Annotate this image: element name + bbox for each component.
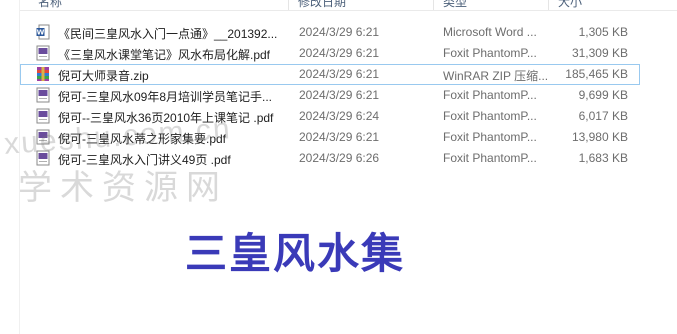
- file-row-selected[interactable]: 倪可大师录音.zip 2024/3/29 6:21 WinRAR ZIP 压缩.…: [20, 64, 640, 85]
- file-name: 倪可--三皇风水36页2010年上课笔记 .pdf: [58, 111, 274, 125]
- file-type: WinRAR ZIP 压缩...: [443, 69, 549, 83]
- file-row[interactable]: 倪可-三皇风水入门讲义49页 .pdf 2024/3/29 6:26 Foxit…: [20, 148, 640, 169]
- file-name: 倪可-三皇风水入门讲义49页 .pdf: [58, 153, 231, 167]
- file-name: 《民间三皇风水入门一点通》__201392...: [58, 27, 278, 41]
- overlay-title: 三皇风水集: [185, 230, 406, 277]
- column-header-name[interactable]: 名称: [32, 0, 62, 9]
- file-size: 31,309 KB: [571, 46, 628, 60]
- column-header-size[interactable]: 大小: [552, 0, 582, 9]
- file-type: Foxit PhantomP...: [443, 88, 537, 102]
- file-date: 2024/3/29 6:21: [299, 130, 380, 144]
- svg-text:W: W: [37, 29, 45, 37]
- file-name: 倪可-三皇风水09年8月培训学员笔记手...: [58, 90, 273, 104]
- file-explorer-window: 名称 修改日期 类型 大小 W 《民间三皇风水入门一点通》__201392...…: [0, 0, 677, 334]
- zip-archive-icon: [36, 66, 50, 82]
- file-type: Foxit PhantomP...: [443, 109, 537, 123]
- file-date: 2024/3/29 6:26: [299, 151, 380, 165]
- column-divider[interactable]: [548, 0, 549, 10]
- pdf-file-icon: [36, 150, 50, 166]
- file-name: 倪可大师录音.zip: [58, 69, 149, 83]
- navigation-pane[interactable]: [0, 0, 20, 334]
- file-type: Foxit PhantomP...: [443, 130, 537, 144]
- file-type: Foxit PhantomP...: [443, 151, 537, 165]
- file-date: 2024/3/29 6:21: [299, 67, 380, 81]
- pdf-file-icon: [36, 129, 50, 145]
- column-header-bar: 名称 修改日期 类型 大小: [20, 0, 677, 11]
- file-date: 2024/3/29 6:21: [299, 88, 380, 102]
- file-row[interactable]: 倪可--三皇风水36页2010年上课笔记 .pdf 2024/3/29 6:24…: [20, 106, 640, 127]
- file-type: Microsoft Word ...: [443, 25, 537, 39]
- pdf-file-icon: [36, 108, 50, 124]
- file-date: 2024/3/29 6:21: [299, 25, 380, 39]
- file-size: 6,017 KB: [578, 109, 628, 123]
- word-doc-icon: W: [36, 24, 50, 40]
- file-size: 1,683 KB: [578, 151, 628, 165]
- pdf-file-icon: [36, 45, 50, 61]
- file-list: W 《民间三皇风水入门一点通》__201392... 2024/3/29 6:2…: [20, 22, 640, 169]
- pdf-file-icon: [36, 87, 50, 103]
- file-type: Foxit PhantomP...: [443, 46, 537, 60]
- column-header-date[interactable]: 修改日期: [292, 0, 346, 9]
- file-size: 13,980 KB: [571, 130, 628, 144]
- file-size: 1,305 KB: [578, 25, 628, 39]
- column-divider[interactable]: [433, 0, 434, 10]
- file-size: 185,465 KB: [565, 67, 628, 81]
- file-row[interactable]: W 《民间三皇风水入门一点通》__201392... 2024/3/29 6:2…: [20, 22, 640, 43]
- file-name: 《三皇风水课堂笔记》风水布局化解.pdf: [58, 48, 271, 62]
- file-date: 2024/3/29 6:24: [299, 109, 380, 123]
- file-name: 倪可-三皇风水蒂之形家集要.pdf: [58, 132, 227, 146]
- file-row[interactable]: 倪可-三皇风水09年8月培训学员笔记手... 2024/3/29 6:21 Fo…: [20, 85, 640, 106]
- file-row[interactable]: 《三皇风水课堂笔记》风水布局化解.pdf 2024/3/29 6:21 Foxi…: [20, 43, 640, 64]
- column-divider[interactable]: [288, 0, 289, 10]
- file-size: 9,699 KB: [578, 88, 628, 102]
- file-row[interactable]: 倪可-三皇风水蒂之形家集要.pdf 2024/3/29 6:21 Foxit P…: [20, 127, 640, 148]
- column-header-type[interactable]: 类型: [437, 0, 467, 9]
- file-date: 2024/3/29 6:21: [299, 46, 380, 60]
